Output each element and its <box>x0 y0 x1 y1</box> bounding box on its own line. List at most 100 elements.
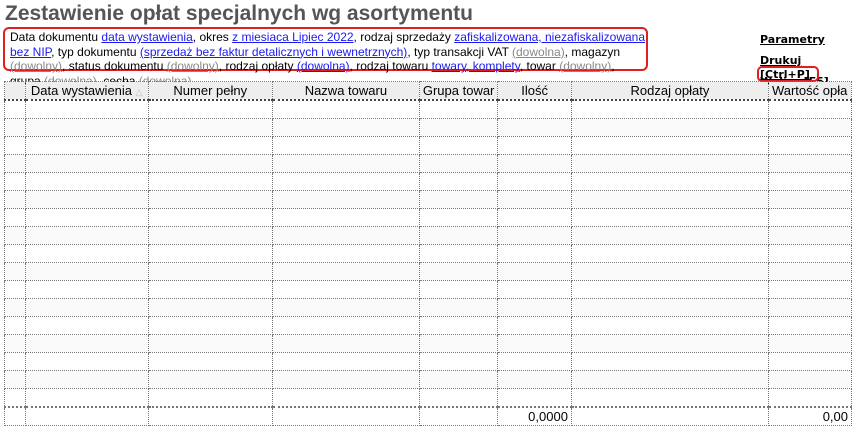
table-cell[interactable] <box>271 262 420 281</box>
table-cell[interactable] <box>24 316 149 335</box>
parameters-link[interactable]: Parametry <box>760 33 852 54</box>
table-cell[interactable] <box>418 118 499 137</box>
column-header-quantity[interactable]: Ilość <box>497 81 572 101</box>
filter-fee-type-link[interactable]: (dowolna) <box>297 59 350 73</box>
table-cell[interactable] <box>497 190 572 209</box>
table-cell[interactable] <box>271 226 420 245</box>
table-cell[interactable] <box>497 388 572 408</box>
table-cell[interactable] <box>418 190 499 209</box>
table-cell[interactable] <box>271 334 420 353</box>
table-cell[interactable] <box>4 172 26 191</box>
table-cell[interactable] <box>767 352 852 371</box>
table-row[interactable] <box>4 298 852 317</box>
table-row[interactable] <box>4 118 852 137</box>
table-cell[interactable] <box>271 370 420 389</box>
table-cell[interactable] <box>4 334 26 353</box>
table-cell[interactable] <box>497 280 572 299</box>
table-row[interactable] <box>4 334 852 353</box>
table-cell[interactable] <box>418 136 499 155</box>
filter-doc-type-link[interactable]: (sprzedaż bez faktur detalicznych i wewn… <box>140 45 407 59</box>
table-cell[interactable] <box>570 154 769 173</box>
table-cell[interactable] <box>147 208 273 227</box>
table-row[interactable] <box>4 244 852 263</box>
table-cell[interactable] <box>497 244 572 263</box>
table-cell[interactable] <box>767 99 852 119</box>
table-cell[interactable] <box>767 190 852 209</box>
table-cell[interactable] <box>271 99 420 119</box>
table-cell[interactable] <box>767 388 852 408</box>
table-cell[interactable] <box>570 316 769 335</box>
column-header-product-name[interactable]: Nazwa towaru <box>271 81 420 101</box>
table-cell[interactable] <box>4 244 26 263</box>
filter-product-link[interactable]: (dowolny) <box>559 59 611 73</box>
table-cell[interactable] <box>271 172 420 191</box>
table-cell[interactable] <box>4 388 26 408</box>
table-cell[interactable] <box>418 352 499 371</box>
table-cell[interactable] <box>570 172 769 191</box>
table-cell[interactable] <box>271 352 420 371</box>
table-row[interactable] <box>4 388 852 408</box>
table-cell[interactable] <box>497 172 572 191</box>
table-cell[interactable] <box>418 208 499 227</box>
column-header-fee-type[interactable]: Rodzaj opłaty <box>570 81 769 101</box>
table-cell[interactable] <box>24 190 149 209</box>
filter-product-type-link[interactable]: towary, komplety <box>432 59 520 73</box>
table-cell[interactable] <box>24 154 149 173</box>
table-cell[interactable] <box>497 118 572 137</box>
table-cell[interactable] <box>147 244 273 263</box>
table-cell[interactable] <box>24 352 149 371</box>
table-cell[interactable] <box>497 226 572 245</box>
table-cell[interactable] <box>4 190 26 209</box>
table-cell[interactable] <box>418 262 499 281</box>
table-cell[interactable] <box>4 154 26 173</box>
table-cell[interactable] <box>570 190 769 209</box>
table-cell[interactable] <box>147 136 273 155</box>
table-cell[interactable] <box>497 352 572 371</box>
table-cell[interactable] <box>570 226 769 245</box>
table-row[interactable] <box>4 172 852 191</box>
column-header-selector[interactable] <box>4 81 26 101</box>
table-cell[interactable] <box>418 154 499 173</box>
table-cell[interactable] <box>418 298 499 317</box>
table-row[interactable] <box>4 99 852 119</box>
table-row[interactable] <box>4 316 852 335</box>
table-cell[interactable] <box>570 262 769 281</box>
filter-warehouse-link[interactable]: (dowolny) <box>10 59 62 73</box>
table-cell[interactable] <box>497 334 572 353</box>
table-cell[interactable] <box>4 370 26 389</box>
table-cell[interactable] <box>497 136 572 155</box>
table-cell[interactable] <box>147 172 273 191</box>
table-cell[interactable] <box>147 262 273 281</box>
table-cell[interactable] <box>497 99 572 119</box>
table-cell[interactable] <box>497 154 572 173</box>
column-header-fee-value[interactable]: Wartość opła <box>767 81 852 101</box>
table-cell[interactable] <box>4 352 26 371</box>
table-row[interactable] <box>4 190 852 209</box>
column-header-product-group[interactable]: Grupa towar <box>418 81 499 101</box>
filter-date-type-link[interactable]: data wystawienia <box>101 30 192 44</box>
table-cell[interactable] <box>147 334 273 353</box>
table-cell[interactable] <box>418 226 499 245</box>
table-cell[interactable] <box>497 316 572 335</box>
table-cell[interactable] <box>570 298 769 317</box>
table-cell[interactable] <box>24 99 149 119</box>
table-cell[interactable] <box>24 334 149 353</box>
table-cell[interactable] <box>24 370 149 389</box>
table-cell[interactable] <box>767 280 852 299</box>
table-cell[interactable] <box>24 388 149 408</box>
table-cell[interactable] <box>4 298 26 317</box>
table-cell[interactable] <box>418 370 499 389</box>
table-cell[interactable] <box>570 334 769 353</box>
table-row[interactable] <box>4 280 852 299</box>
table-cell[interactable] <box>4 208 26 227</box>
table-cell[interactable] <box>4 99 26 119</box>
table-row[interactable] <box>4 370 852 389</box>
table-cell[interactable] <box>767 316 852 335</box>
table-cell[interactable] <box>767 136 852 155</box>
filter-vat-link[interactable]: (dowolna) <box>512 45 565 59</box>
table-cell[interactable] <box>570 370 769 389</box>
table-cell[interactable] <box>271 208 420 227</box>
table-cell[interactable] <box>24 262 149 281</box>
filter-status-link[interactable]: (dowolny) <box>167 59 219 73</box>
table-cell[interactable] <box>767 118 852 137</box>
